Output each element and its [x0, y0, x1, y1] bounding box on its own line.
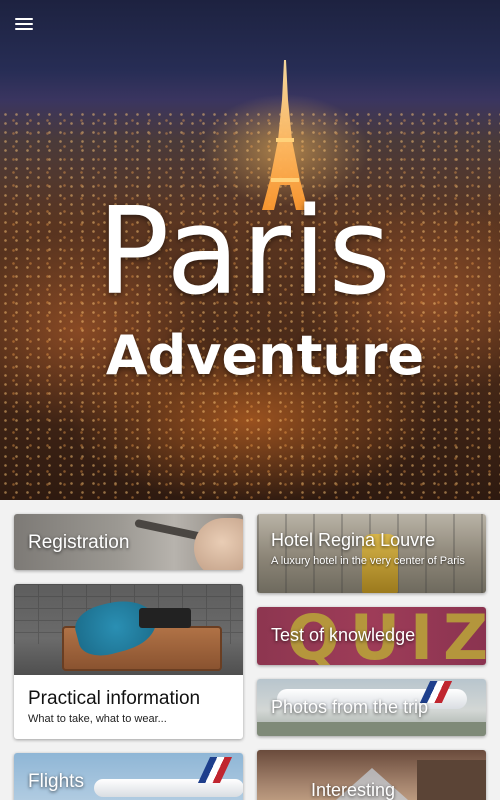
hero-banner: Paris Adventure	[0, 0, 500, 500]
card-title: Test of knowledge	[271, 625, 416, 645]
card-hotel[interactable]: Hotel Regina Louvre A luxury hotel in th…	[257, 514, 486, 593]
card-title: Registration	[28, 532, 130, 553]
hero-title-line2: Adventure	[105, 324, 425, 387]
card-title: Interesting	[311, 780, 396, 800]
card-title: Practical information	[28, 688, 201, 709]
card-interesting[interactable]: Interesting	[257, 750, 486, 800]
hand-image	[194, 518, 243, 570]
camera-image	[139, 608, 191, 628]
suitcase-photo	[14, 584, 243, 675]
card-practical-information[interactable]: Practical information What to take, what…	[14, 584, 243, 739]
card-registration[interactable]: Registration	[14, 514, 243, 570]
card-title: Photos from the trip	[271, 697, 429, 717]
card-photos[interactable]: Photos from the trip	[257, 679, 486, 736]
card-subtitle: What to take, what to wear...	[28, 713, 167, 725]
hero-title: Paris Adventure	[0, 178, 500, 384]
menu-button[interactable]	[10, 12, 38, 36]
building-image	[417, 760, 486, 800]
card-quiz[interactable]: QUIZ Test of knowledge	[257, 607, 486, 665]
airplane-image	[94, 779, 243, 797]
hero-title-line1: Paris	[97, 183, 393, 322]
card-title: Hotel Regina Louvre	[271, 530, 436, 550]
card-flights[interactable]: Flights	[14, 753, 243, 800]
card-title: Flights	[28, 771, 84, 792]
card-subtitle: A luxury hotel in the very center of Par…	[271, 555, 465, 567]
hamburger-menu-icon	[15, 18, 33, 20]
